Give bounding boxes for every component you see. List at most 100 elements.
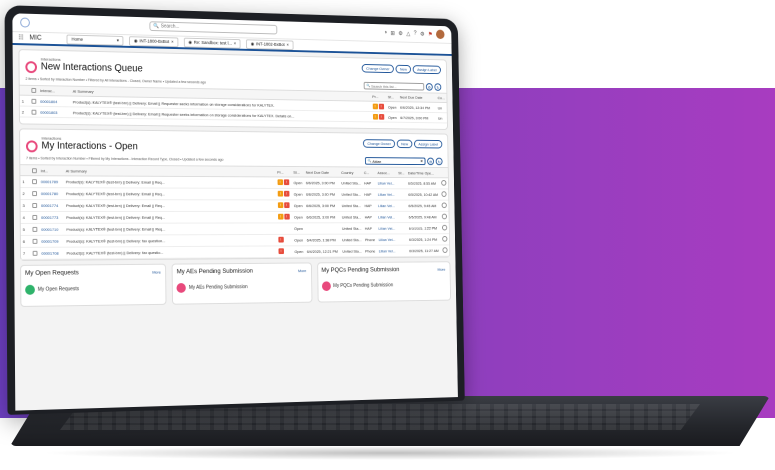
associated-contact-link[interactable]: Lilian Vel... [376,211,398,223]
chevron-down-icon[interactable]: ▾ [117,37,119,43]
column-header[interactable]: St... [291,166,304,177]
shield-icon[interactable]: ◑ [384,30,387,36]
row-checkbox[interactable] [32,179,37,185]
column-header[interactable]: Country [339,167,363,178]
column-header[interactable]: Date/Time Ope... [406,167,440,178]
gear-icon[interactable]: ⚙ [398,30,403,37]
list-search[interactable]: 🔍 [363,81,425,91]
associated-contact-link[interactable]: Lilian Vel... [376,222,398,234]
tab-int-1802[interactable]: ◉ INT-1802-BxBot × [246,38,294,50]
row-actions-icon[interactable] [441,179,447,186]
assign-label-button[interactable]: Assign Label [414,140,443,149]
associated-contact-link[interactable]: Lilian Vel... [376,199,398,212]
row-actions-cell [440,244,450,257]
row-checkbox[interactable] [32,238,38,244]
close-icon[interactable]: × [171,39,173,44]
table-row[interactable]: 2 00001780 Product(s): KALYTEX® (test-brn)… [20,187,449,201]
settings-icon[interactable]: ⚙ [420,31,425,37]
associated-contact-link[interactable]: Lilian Vel... [376,233,398,246]
associated-contact-link[interactable]: Lilian Vel... [376,245,398,257]
table-row[interactable]: 7 00001708 Product(s): KALYTEX® (test-brn)… [20,244,450,260]
interaction-link[interactable]: 00001773 [39,211,65,224]
row-checkbox[interactable] [31,98,37,104]
table-row[interactable]: 4 00001773 Product(s): KALYTEX® (test-brn)… [20,211,449,224]
change-owner-button[interactable]: Change Owner [363,139,396,149]
more-link[interactable]: More [298,268,306,273]
new-button[interactable]: New [396,139,413,149]
interaction-link[interactable]: 00001710 [39,223,65,236]
select-all-checkbox[interactable] [31,88,37,94]
row-checkbox[interactable] [32,191,38,197]
row-actions-icon[interactable] [441,191,447,197]
interaction-link[interactable]: 00001804 [38,95,71,108]
column-header[interactable]: C... [362,167,376,178]
interaction-link[interactable]: 00001708 [39,247,65,260]
column-header[interactable]: Co... [435,93,447,103]
column-header[interactable]: Assoc... [375,167,397,178]
more-link[interactable]: More [437,267,445,272]
settings-gear-button[interactable]: ⚙ [427,158,435,166]
tab-re-sandbox[interactable]: ◉ Re: Sandbox: test l... × [183,37,241,49]
select-all-checkbox[interactable] [31,168,37,174]
new-button[interactable]: New [395,64,412,74]
column-header[interactable]: Interac... [38,85,71,97]
column-header[interactable]: Int... [38,165,64,176]
tab-int-1800[interactable]: ◉ INT-1800-BxBot × [129,35,179,47]
row-checkbox[interactable] [32,250,38,256]
interaction-link[interactable]: 00001774 [39,199,65,212]
priority-cell: !! [370,111,387,123]
card-title: My AEs Pending Submission [176,267,254,276]
column-header[interactable]: St... [386,92,399,103]
interaction-link[interactable]: 00001780 [38,187,65,200]
column-header[interactable]: St... [396,167,407,178]
row-checkbox[interactable] [32,215,38,221]
app-launcher-icon[interactable]: ☷ [18,34,23,41]
settings-gear-button[interactable]: ⚙ [425,83,433,91]
refresh-button[interactable]: ↻ [434,83,442,91]
plus-icon[interactable]: ⊞ [390,30,394,37]
close-icon[interactable]: × [286,42,288,47]
row-checkbox[interactable] [32,203,38,209]
priority-cell: ! [276,245,293,258]
bell-icon[interactable]: △ [406,30,410,37]
table-row[interactable]: 3 00001774 Product(s): KALYTEX® (test-brn)… [20,199,449,212]
associated-contact-link[interactable]: Lilian Vel... [375,177,397,189]
app-logo[interactable] [20,17,30,28]
row-checkbox[interactable] [32,227,38,233]
row-actions-icon[interactable] [441,224,448,231]
change-owner-button[interactable]: Change Owner [361,63,394,74]
row-actions-icon[interactable] [441,213,448,220]
global-search[interactable]: 🔍 [149,21,278,35]
stage-cell [396,188,407,200]
list-search[interactable]: 🔍 ✖ [364,157,426,166]
column-header[interactable]: Pr... [275,166,292,177]
column-header[interactable]: Next Due Date [303,167,340,178]
interaction-link[interactable]: 00001803 [38,106,72,119]
list-search-input[interactable] [371,83,424,90]
assign-label-button[interactable]: Assign Label [412,65,441,75]
clear-icon[interactable]: ✖ [420,160,423,164]
card-subtitle: My AEs Pending Submission [188,284,248,291]
row-select-cell [30,187,40,200]
refresh-button[interactable]: ↻ [435,158,443,166]
row-actions-icon[interactable] [442,235,448,242]
flag-icon[interactable]: ⚑ [428,31,433,38]
list-search-input[interactable] [372,158,420,165]
row-actions-icon[interactable] [441,202,447,208]
close-icon[interactable]: × [234,41,236,46]
column-header[interactable]: Next Due Date [398,92,437,103]
column-header[interactable]: Pr... [370,91,387,102]
more-link[interactable]: More [152,269,161,274]
associated-contact-link[interactable]: Lilian Vel... [376,188,398,200]
row-actions-icon[interactable] [442,247,448,253]
help-icon[interactable]: ? [414,31,417,37]
interaction-link[interactable]: 00001789 [38,175,64,188]
row-actions-header [439,167,448,178]
avatar[interactable] [435,29,445,40]
global-search-input[interactable] [160,23,277,33]
search-icon: 🔍 [367,159,372,164]
tab-home[interactable]: Home ▾ [66,34,124,46]
priority-flag-icon: ! [277,202,284,209]
row-checkbox[interactable] [31,109,37,115]
interaction-link[interactable]: 00001709 [39,235,65,248]
